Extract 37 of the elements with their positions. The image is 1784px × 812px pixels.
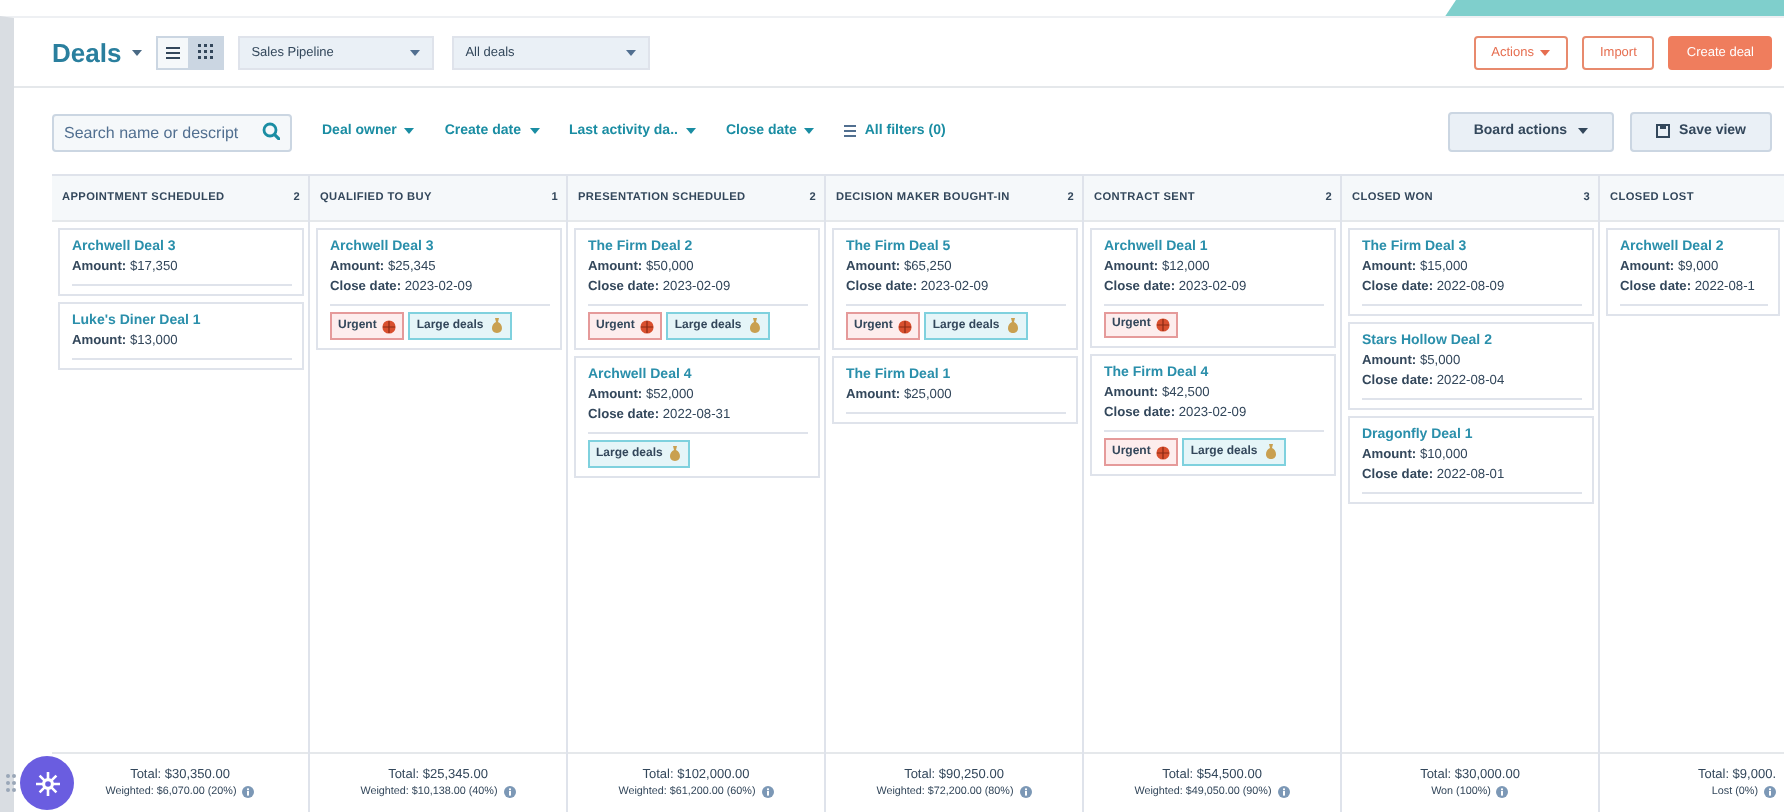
deals-title-menu[interactable]: Deals [52,37,142,67]
caret-icon [1539,49,1550,55]
caret-icon [409,49,420,55]
info-icon [1277,786,1290,798]
board-view-button[interactable] [189,35,224,69]
money-bag-icon [668,446,683,462]
caret-icon [131,49,142,55]
info-icon [242,786,255,798]
money-bag-icon [489,318,504,334]
caret-icon [404,128,415,134]
caret-icon [625,49,636,55]
caret-icon [804,128,815,134]
filter-icon [844,124,857,138]
caret-icon [1577,128,1588,134]
grid-icon [198,44,215,60]
money-bag-icon [747,318,762,334]
search-icon [262,122,280,140]
info-icon [503,786,516,798]
list-icon [165,45,180,59]
ball-icon [1156,318,1171,332]
money-bag-icon [1263,444,1278,460]
info-icon [1496,786,1509,798]
info-icon [761,786,774,798]
save-icon [1655,124,1670,138]
money-bag-icon [1005,318,1020,334]
list-view-button[interactable] [155,35,190,69]
info-icon [1019,786,1032,798]
search-field[interactable]: Search name or descript [52,114,292,152]
ball-icon [1156,445,1171,459]
drag-handle-icon [6,774,16,792]
caret-icon [685,128,696,134]
ball-icon [382,319,397,333]
ball-icon [898,319,913,333]
caret-icon [529,128,539,134]
ball-icon [640,319,655,333]
sparkle-icon [35,771,59,795]
info-icon [1764,786,1776,798]
